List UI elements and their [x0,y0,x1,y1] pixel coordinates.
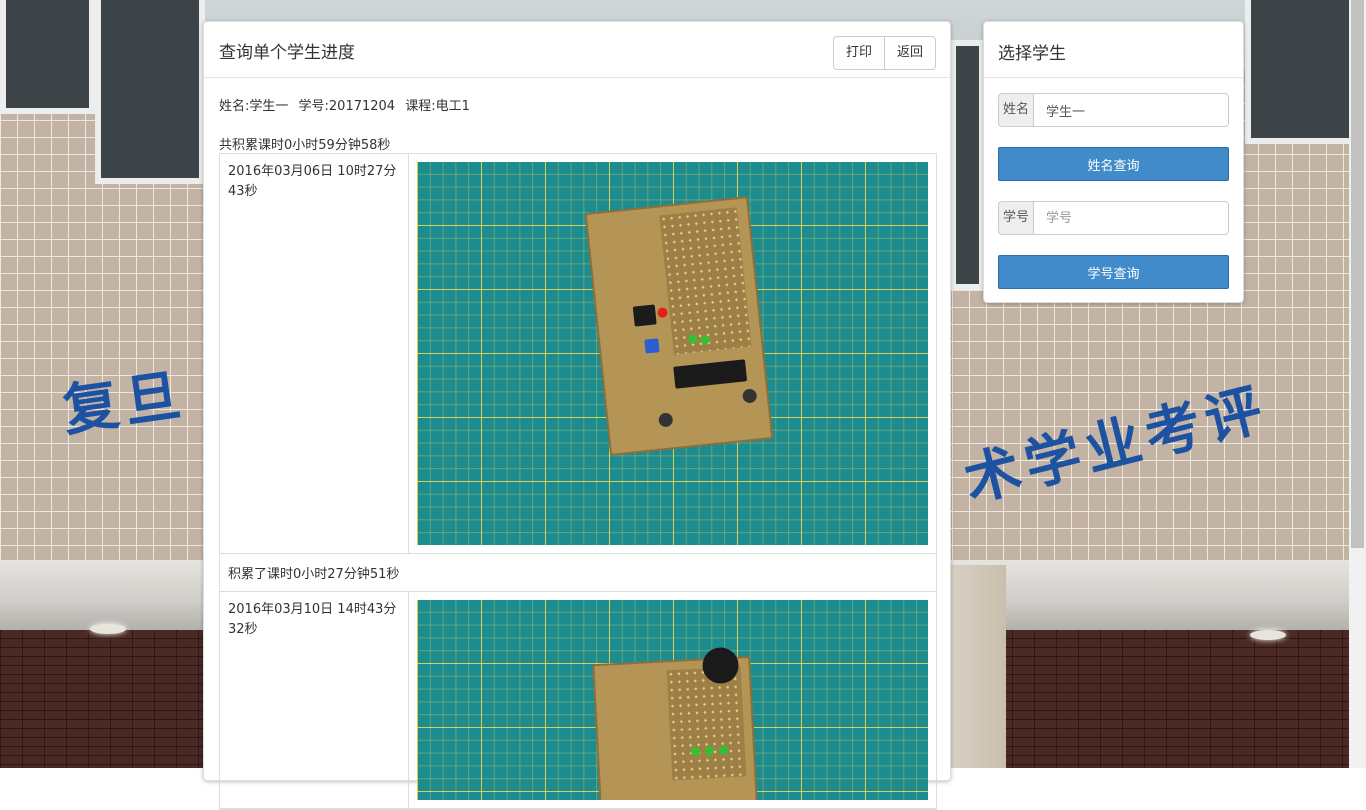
action-button-group: 打印 返回 [832,36,936,70]
total-hours: 共积累课时0小时59分钟58秒 [219,138,391,153]
side-panel-title: 选择学生 [998,44,1066,64]
background-window [0,0,95,114]
pcb-proto-area [666,666,747,781]
panel-heading: 选择学生 [984,22,1243,78]
record-accumulated-hours: 积累了课时0小时27分钟51秒 [220,554,936,592]
pcb-proto-area [659,207,752,355]
page-title: 查询单个学生进度 [219,43,355,63]
student-info: 姓名:学生一 学号:20171204 课程:电工1 [219,95,476,114]
id-label: 学号 [998,201,1033,235]
record-photo-cell [409,592,936,808]
background-window [1245,0,1355,144]
building-sign-left: 复旦 [58,361,191,445]
red-led [657,307,669,319]
circuit-board-photo[interactable] [417,162,928,545]
name-input[interactable] [1033,93,1229,127]
pcb-chip [673,359,748,389]
student-progress-panel: 查询单个学生进度 打印 返回 姓名:学生一 学号:20171204 课程:电工1… [203,21,951,810]
name-input-group: 姓名 [998,93,1229,127]
course-name: 课程:电工1 [405,99,470,114]
name-label: 姓名 [998,93,1033,127]
table-row: 2016年03月06日 10时27分43秒 [220,154,936,554]
record-photo-cell [409,154,936,553]
ceiling-light [1250,630,1286,640]
student-name: 姓名:学生一 [219,99,289,114]
student-id-input[interactable] [1033,201,1229,235]
back-button[interactable]: 返回 [884,36,936,70]
record-timestamp: 2016年03月06日 10时27分43秒 [220,154,409,553]
select-student-panel: 选择学生 姓名 姓名查询 学号 学号查询 [983,21,1244,303]
print-button[interactable]: 打印 [832,36,885,70]
background-pillar [950,565,1006,768]
table-row: 2016年03月10日 14时43分32秒 [220,592,936,809]
circuit-board-photo[interactable] [417,600,928,800]
pcb-board [584,196,774,456]
background-window [950,40,985,290]
capacitor [658,412,674,428]
student-id: 学号:20171204 [298,99,396,114]
page-scrollbar[interactable] [1349,0,1366,768]
panel-heading: 查询单个学生进度 打印 返回 [204,22,950,78]
id-search-button[interactable]: 学号查询 [998,255,1229,289]
background-window [95,0,205,184]
id-input-group: 学号 [998,201,1229,235]
pcb-chip [632,304,657,327]
name-search-button[interactable]: 姓名查询 [998,147,1229,181]
scrollbar-thumb[interactable] [1351,0,1364,548]
pcb-board [592,646,760,800]
potentiometer [644,338,660,354]
progress-records-table: 2016年03月06日 10时27分43秒 积累了课时0小时27分钟51秒 20… [219,153,937,810]
ceiling-light [90,624,126,634]
record-timestamp: 2016年03月10日 14时43分32秒 [220,592,409,808]
capacitor [742,388,758,404]
